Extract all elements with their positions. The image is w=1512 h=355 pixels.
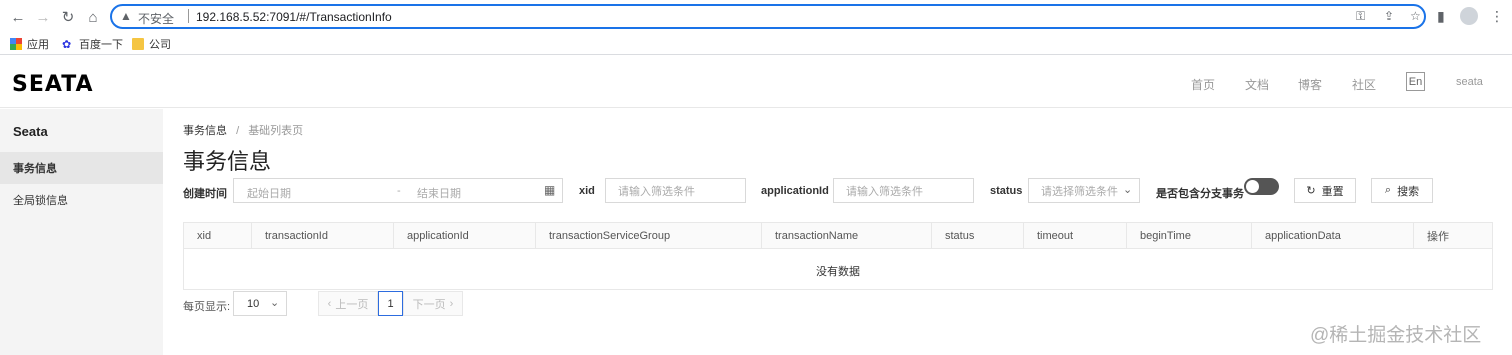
sidebar-title: Seata	[13, 124, 48, 139]
calendar-icon[interactable]: ▦	[544, 183, 555, 197]
prev-page-label: 上一页	[335, 298, 369, 311]
bookmark-star-icon[interactable]: ☆	[1410, 9, 1421, 23]
search-icon: ⌕	[1384, 184, 1392, 196]
seata-logo[interactable]: SEATA	[12, 72, 94, 97]
breadcrumb: 事务信息 / 基础列表页	[183, 122, 303, 138]
home-icon[interactable]: ⌂	[83, 7, 103, 27]
sidebar-panel-icon[interactable]: ▮	[1437, 8, 1445, 25]
refresh-icon: ↻	[1306, 185, 1316, 197]
sidebar-item-transaction-info[interactable]: 事务信息	[0, 152, 163, 184]
folder-icon	[132, 38, 144, 50]
status-select[interactable]: 请选择筛选条件 ⌄	[1028, 178, 1140, 203]
toggle-knob	[1246, 180, 1259, 193]
nav-blog[interactable]: 博客	[1298, 76, 1322, 93]
xid-label: xid	[579, 185, 595, 197]
apps-grid-icon	[10, 38, 22, 50]
page-size-label: 每页显示:	[183, 301, 231, 313]
breadcrumb-separator: /	[236, 125, 240, 137]
chevron-down-icon: ⌄	[1123, 184, 1133, 196]
next-page-label: 下一页	[412, 298, 446, 311]
sidebar: Seata 事务信息 全局锁信息	[0, 109, 163, 355]
language-switch[interactable]: En	[1406, 72, 1425, 91]
column-header-timeout[interactable]: timeout	[1024, 223, 1127, 249]
menu-kebab-icon[interactable]: ⋮	[1490, 8, 1504, 25]
nav-docs[interactable]: 文档	[1245, 76, 1269, 93]
forward-arrow-icon[interactable]: →	[33, 7, 53, 27]
breadcrumb-current[interactable]: 事务信息	[183, 125, 227, 137]
end-date-input[interactable]: 结束日期	[417, 185, 461, 201]
column-header-transaction-name[interactable]: transactionName	[762, 223, 932, 249]
column-header-transaction-service-group[interactable]: transactionServiceGroup	[536, 223, 762, 249]
include-branch-toggle[interactable]	[1244, 178, 1279, 195]
column-header-status[interactable]: status	[932, 223, 1024, 249]
browser-toolbar: ← → ↻ ⌂ ▲ 不安全 192.168.5.52:7091/#/Transa…	[0, 0, 1512, 33]
transaction-table: xid transactionId applicationId transact…	[183, 222, 1493, 290]
back-arrow-icon[interactable]: ←	[8, 7, 28, 27]
breadcrumb-parent[interactable]: 基础列表页	[248, 125, 303, 137]
column-header-begin-time[interactable]: beginTime	[1127, 223, 1252, 249]
chevron-down-icon: ⌄	[270, 297, 280, 309]
bookmarks-bar: 应用 ✿ 百度一下 公司	[0, 33, 1512, 55]
nav-home[interactable]: 首页	[1191, 76, 1215, 93]
reset-button-label: 重置	[1321, 185, 1344, 198]
start-date-input[interactable]: 起始日期	[247, 185, 291, 201]
bookmark-company[interactable]: 公司	[132, 36, 171, 52]
chevron-right-icon: ›	[449, 297, 454, 310]
reset-button[interactable]: ↻ 重置	[1294, 178, 1356, 203]
status-label: status	[990, 185, 1023, 197]
column-header-xid[interactable]: xid	[184, 223, 252, 249]
column-header-application-data[interactable]: applicationData	[1252, 223, 1414, 249]
app-header: SEATA 首页 文档 博客 社区 En seata	[0, 56, 1512, 108]
page-size-value: 10	[247, 297, 260, 310]
application-id-input[interactable]: 请输入筛选条件	[833, 178, 974, 203]
status-select-placeholder: 请选择筛选条件	[1041, 185, 1118, 198]
next-page-button[interactable]: 下一页 ›	[403, 291, 463, 316]
key-icon[interactable]: ⚿	[1356, 9, 1365, 24]
bookmark-apps[interactable]: 应用	[10, 36, 49, 52]
table-header: xid transactionId applicationId transact…	[184, 223, 1492, 249]
watermark: @稀土掘金技术社区	[1310, 325, 1482, 346]
xid-input[interactable]: 请输入筛选条件	[605, 178, 746, 203]
search-button[interactable]: ⌕ 搜索	[1371, 178, 1433, 203]
insecure-label: 不安全	[138, 12, 175, 26]
column-header-transaction-id[interactable]: transactionId	[252, 223, 394, 249]
baidu-paw-icon: ✿	[62, 39, 72, 51]
column-header-application-id[interactable]: applicationId	[394, 223, 536, 249]
nav-user[interactable]: seata	[1456, 76, 1483, 88]
create-time-label: 创建时间	[183, 188, 227, 200]
chevron-left-icon: ‹	[327, 297, 332, 310]
current-page-button[interactable]: 1	[378, 291, 403, 316]
warning-icon: ▲	[120, 9, 132, 23]
date-range-picker[interactable]: 起始日期 - 结束日期 ▦	[233, 178, 563, 203]
profile-avatar[interactable]	[1460, 7, 1478, 25]
range-separator: -	[397, 185, 401, 197]
reload-icon[interactable]: ↻	[58, 7, 78, 27]
search-button-label: 搜索	[1397, 185, 1420, 198]
empty-table-text: 没有数据	[816, 266, 860, 278]
page-title: 事务信息	[183, 149, 272, 174]
nav-community[interactable]: 社区	[1352, 76, 1376, 93]
sidebar-item-global-lock-info[interactable]: 全局锁信息	[0, 184, 163, 216]
prev-page-button[interactable]: ‹ 上一页	[318, 291, 378, 316]
column-header-actions: 操作	[1427, 231, 1449, 243]
bookmark-baidu[interactable]: ✿ 百度一下	[62, 36, 123, 52]
url-divider	[188, 9, 189, 23]
address-bar[interactable]: ▲ 不安全 192.168.5.52:7091/#/TransactionInf…	[110, 4, 1426, 29]
share-icon[interactable]: ⇪	[1384, 9, 1394, 23]
application-id-label: applicationId	[761, 185, 829, 197]
include-branch-label: 是否包含分支事务	[1156, 188, 1244, 200]
url-text[interactable]: 192.168.5.52:7091/#/TransactionInfo	[196, 10, 392, 24]
page-size-select[interactable]: 10 ⌄	[233, 291, 287, 316]
